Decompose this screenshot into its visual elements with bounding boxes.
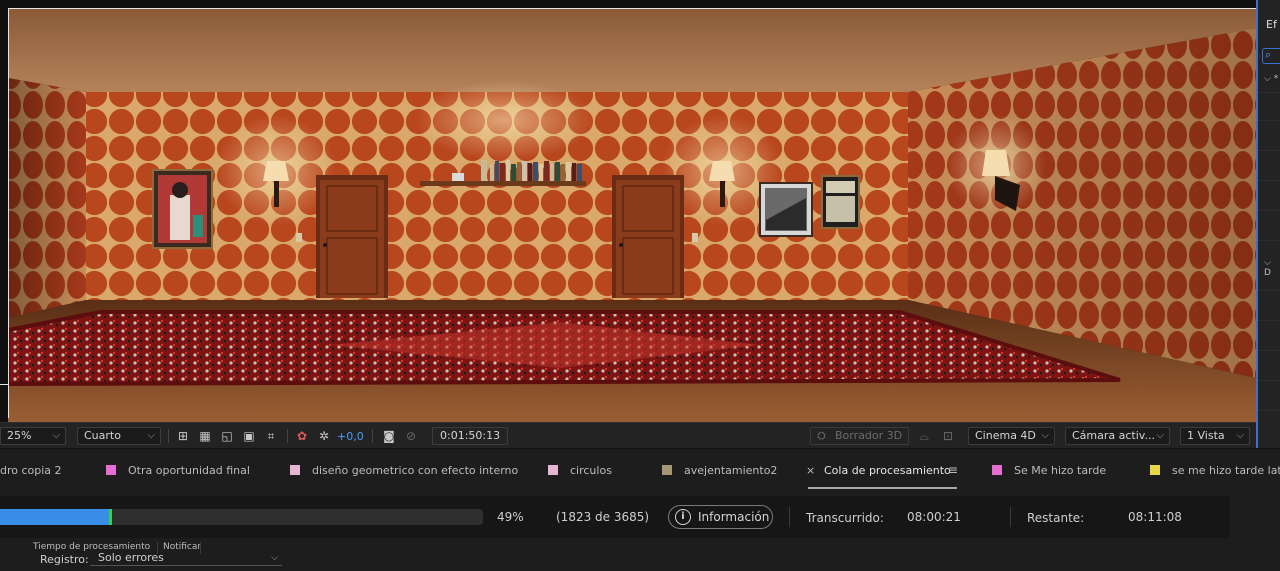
status-divider	[789, 507, 790, 527]
panel-row-line	[1258, 320, 1280, 321]
camera-snapshot-icon[interactable]: ◙	[381, 428, 397, 444]
zoom-value: 25%	[7, 429, 32, 442]
render-progress-bar	[0, 509, 483, 525]
draft-3d-button[interactable]: ⛭ Borrador 3D	[810, 427, 910, 445]
panel-row-line	[1258, 410, 1280, 411]
draft-3d-icon: ⛭	[817, 429, 826, 442]
active-tab-indicator	[808, 487, 957, 489]
comp-bottom-tick	[0, 384, 8, 385]
tab-label: avejentamiento2	[684, 464, 778, 477]
exposure-value[interactable]: +0,0	[337, 430, 364, 443]
tab-label: se me hizo tarde later	[1172, 464, 1280, 477]
log-dropdown[interactable]: Solo errores ⌵	[90, 552, 282, 566]
exposure-reset-icon[interactable]: ✲	[316, 428, 332, 444]
panel-row-line	[1258, 290, 1280, 291]
elapsed-value: 08:00:21	[907, 510, 961, 524]
effects-search-input[interactable]: ⌕	[1262, 48, 1280, 64]
log-dropdown-value: Solo errores	[98, 551, 164, 564]
panel-row-line	[1258, 240, 1280, 241]
panel-row-line	[1258, 120, 1280, 121]
elapsed-label: Transcurrido:	[806, 511, 884, 525]
tab-label: Cola de procesamiento	[824, 464, 951, 477]
twirl-item-2[interactable]: ⌵ D	[1264, 258, 1280, 278]
label-color-swatch	[290, 465, 300, 475]
toolbar-divider	[372, 429, 373, 443]
tab-label: Otra oportunidad final	[128, 464, 250, 477]
chevron-down-icon: ⌵	[1156, 430, 1164, 441]
transparency-grid-icon[interactable]: ▦	[197, 428, 213, 444]
panel-row-line	[1258, 210, 1280, 211]
close-icon[interactable]: ×	[806, 464, 815, 477]
panel-row-line	[1258, 92, 1280, 93]
panel-row-line	[1258, 150, 1280, 151]
panel-row-line	[1258, 380, 1280, 381]
status-divider	[1010, 507, 1011, 527]
renderer-dropdown[interactable]: Cinema 4D ⌵	[968, 427, 1055, 445]
render-queue-list: Tiempo de procesamiento Notificar Regist…	[0, 538, 1280, 571]
tab-label: diseño geometrico con efecto interno	[312, 464, 519, 477]
composition-tab-strip: dro copia 2 Otra oportunidad final diseñ…	[0, 448, 1280, 492]
label-color-swatch	[106, 465, 116, 475]
toolbar-divider	[168, 429, 169, 443]
effects-panel-tab[interactable]: Ef	[1266, 18, 1277, 31]
views-dropdown[interactable]: 1 Vista ⌵	[1180, 427, 1250, 445]
room-scene-image	[0, 0, 1256, 422]
viewer-toolbar: 25% ⌵ Cuarto ⌵ ⊞ ▦ ◱ ▣ ⌗ ✿ ✲ +0,0 ◙ ⊘ 0:…	[0, 422, 1256, 448]
tab-label: dro copia 2	[0, 464, 62, 477]
chevron-down-icon: ⌵	[52, 430, 60, 441]
show-snapshot-icon[interactable]: ⊘	[403, 428, 419, 444]
grid-guides-icon[interactable]: ⌗	[263, 428, 279, 444]
chevron-down-icon: ⌵	[147, 430, 155, 441]
progress-percent: 49%	[497, 510, 524, 524]
effects-panel[interactable]: Ef ⌕ ⌵ * ⌵ D	[1256, 0, 1280, 448]
info-button[interactable]: i Información	[668, 505, 773, 529]
composition-viewer[interactable]	[0, 0, 1256, 422]
comp-border-left	[8, 8, 9, 418]
render-progress-fill	[0, 509, 109, 525]
render-queue-status: 49% (1823 de 3685) i Información Transcu…	[0, 496, 1230, 538]
panel-menu-icon[interactable]: ≡	[948, 463, 958, 477]
current-timecode[interactable]: 0:01:50:13	[432, 427, 509, 445]
channels-icon[interactable]: ✿	[294, 428, 310, 444]
region-of-interest-icon[interactable]: ▣	[241, 428, 257, 444]
tab-label: Se Me hizo tarde	[1014, 464, 1107, 477]
render-progress-head	[109, 509, 112, 525]
draft-3d-label: Borrador 3D	[835, 429, 903, 442]
tab-label: circulos	[570, 464, 612, 477]
twirl-item-1[interactable]: ⌵ *	[1264, 74, 1278, 84]
log-label: Registro:	[40, 553, 89, 566]
fast-preview-icon[interactable]: ⊞	[175, 428, 191, 444]
remaining-value: 08:11:08	[1128, 510, 1182, 524]
chevron-down-icon: ⌵	[1236, 430, 1244, 441]
chevron-down-icon: ⌵	[271, 553, 278, 563]
remaining-label: Restante:	[1027, 511, 1085, 525]
resolution-dropdown[interactable]: Cuarto ⌵	[77, 427, 161, 445]
label-color-swatch	[1150, 465, 1160, 475]
chevron-down-icon: ⌵	[1041, 430, 1049, 441]
label-color-swatch	[662, 465, 672, 475]
resolution-value: Cuarto	[84, 429, 121, 442]
column-header-notify[interactable]: Notificar	[163, 542, 201, 552]
label-color-swatch	[548, 465, 558, 475]
camera-dropdown[interactable]: Cámara activ... ⌵	[1065, 427, 1170, 445]
zoom-dropdown[interactable]: 25% ⌵	[0, 427, 66, 445]
comp-border-top	[8, 8, 1256, 9]
extended-viewer-icon[interactable]: ⊡	[940, 428, 956, 444]
renderer-value: Cinema 4D	[975, 429, 1036, 442]
toolbar-divider	[287, 429, 288, 443]
3d-ground-plane-icon[interactable]: ⌓	[916, 428, 932, 444]
panel-row-line	[1258, 180, 1280, 181]
info-button-label: Información	[698, 510, 770, 524]
panel-row-line	[1258, 350, 1280, 351]
camera-value: Cámara activ...	[1072, 429, 1155, 442]
info-icon: i	[675, 509, 691, 525]
label-color-swatch	[992, 465, 1002, 475]
mask-visibility-icon[interactable]: ◱	[219, 428, 235, 444]
views-value: 1 Vista	[1187, 429, 1225, 442]
search-icon: ⌕	[1265, 48, 1272, 61]
frames-rendered: (1823 de 3685)	[556, 510, 650, 524]
